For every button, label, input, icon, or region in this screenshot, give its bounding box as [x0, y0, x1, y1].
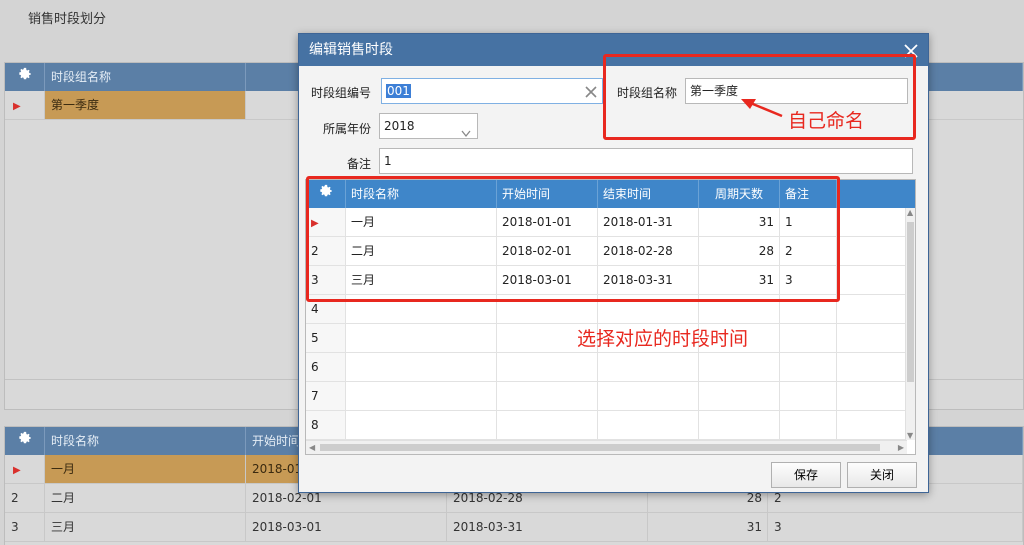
- chevron-down-icon[interactable]: [461, 122, 471, 138]
- gear-icon[interactable]: [18, 427, 32, 444]
- cell-name[interactable]: [346, 324, 497, 352]
- cell-start[interactable]: [497, 411, 598, 439]
- table-row[interactable]: 3 三月 2018-03-01 2018-03-31 31 3: [5, 513, 1023, 542]
- scroll-thumb[interactable]: [907, 222, 914, 382]
- cell-name[interactable]: [346, 353, 497, 381]
- cell-start[interactable]: [497, 382, 598, 410]
- cell-start: 2018-03-01: [246, 513, 447, 541]
- cell-note[interactable]: [780, 382, 837, 410]
- column-header-group-name[interactable]: 时段组名称: [45, 63, 246, 91]
- annotation-name-hint: 自己命名: [788, 110, 865, 132]
- row-number: 2: [5, 484, 45, 512]
- page-title: 销售时段划分: [28, 12, 107, 27]
- cell-days[interactable]: [699, 382, 780, 410]
- table-row[interactable]: 8: [306, 411, 915, 440]
- cell-end[interactable]: [598, 353, 699, 381]
- scroll-right-icon[interactable]: ▶: [898, 443, 904, 452]
- current-row-arrow-icon: ▶: [13, 465, 21, 476]
- cell-note[interactable]: [780, 411, 837, 439]
- group-no-input[interactable]: 001: [381, 78, 603, 104]
- row-filler: [837, 411, 915, 439]
- cell-start[interactable]: [497, 353, 598, 381]
- scroll-thumb[interactable]: [320, 444, 880, 451]
- row-number: 7: [306, 382, 346, 410]
- year-value: 2018: [384, 119, 415, 133]
- row-number: 5: [306, 324, 346, 352]
- cell-note: 3: [768, 513, 1023, 541]
- note-label: 备注: [347, 157, 372, 171]
- cell-days[interactable]: [699, 353, 780, 381]
- current-row-arrow-icon: ▶: [13, 101, 21, 112]
- row-filler: [837, 353, 915, 381]
- cell-group-name: 第一季度: [45, 91, 246, 119]
- row-number: 8: [306, 411, 346, 439]
- settings-column[interactable]: [5, 63, 45, 91]
- note-input[interactable]: 1: [379, 148, 913, 174]
- group-no-label: 时段组编号: [311, 86, 372, 100]
- row-filler: [837, 382, 915, 410]
- cell-note[interactable]: [780, 324, 837, 352]
- cell-note[interactable]: [780, 353, 837, 381]
- table-row[interactable]: 6: [306, 353, 915, 382]
- cell-name[interactable]: [346, 411, 497, 439]
- annotation-box-periods: [306, 176, 840, 302]
- group-no-value: 001: [386, 84, 411, 98]
- row-filler: [837, 208, 915, 236]
- annotation-period-hint: 选择对应的时段时间: [577, 328, 749, 350]
- table-row[interactable]: 7: [306, 382, 915, 411]
- cell-days: 31: [648, 513, 768, 541]
- cell-name: 二月: [45, 484, 246, 512]
- year-label: 所属年份: [323, 122, 372, 136]
- save-button[interactable]: 保存: [771, 462, 841, 488]
- clear-icon[interactable]: [584, 83, 598, 98]
- close-button[interactable]: 关闭: [847, 462, 917, 488]
- dialog-title: 编辑销售时段: [309, 42, 393, 58]
- row-filler: [837, 237, 915, 265]
- cell-days[interactable]: [699, 411, 780, 439]
- cell-end[interactable]: [598, 382, 699, 410]
- row-filler: [837, 295, 915, 323]
- scroll-up-icon[interactable]: ▲: [907, 208, 913, 217]
- cell-end[interactable]: [598, 411, 699, 439]
- cell-name: 三月: [45, 513, 246, 541]
- cell-name[interactable]: [346, 382, 497, 410]
- annotation-arrow-icon: [741, 99, 783, 118]
- gear-icon[interactable]: [18, 63, 32, 80]
- scroll-down-icon[interactable]: ▼: [907, 431, 913, 440]
- year-select[interactable]: 2018: [379, 113, 478, 139]
- scroll-left-icon[interactable]: ◀: [309, 443, 315, 452]
- column-header-period-name[interactable]: 时段名称: [45, 427, 246, 455]
- cell-name: 一月: [45, 455, 246, 483]
- row-filler: [837, 324, 915, 352]
- vertical-scrollbar[interactable]: ▲ ▼: [905, 208, 915, 440]
- row-number: 3: [5, 513, 45, 541]
- row-filler: [837, 266, 915, 294]
- settings-column[interactable]: [5, 427, 45, 455]
- cell-end: 2018-03-31: [447, 513, 648, 541]
- horizontal-scrollbar[interactable]: ◀ ▶: [306, 440, 907, 454]
- row-number: 6: [306, 353, 346, 381]
